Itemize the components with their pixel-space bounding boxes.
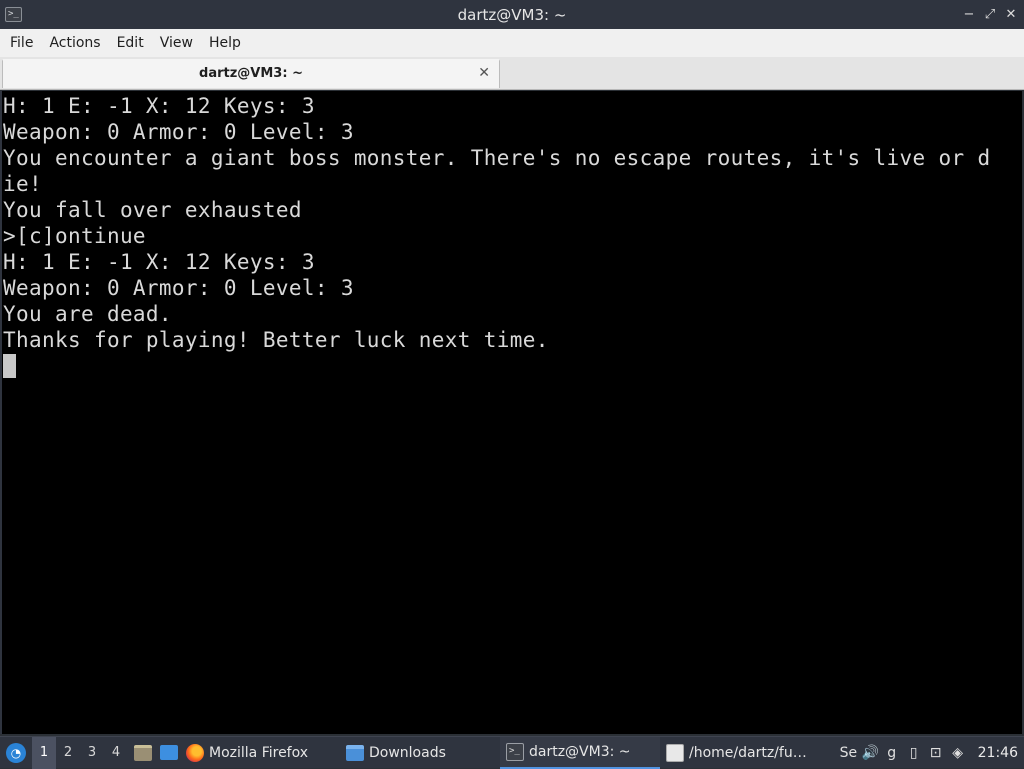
task-label: Downloads — [369, 744, 446, 761]
terminal-line: Thanks for playing! Better luck next tim… — [3, 328, 549, 352]
tab-bar: dartz@VM3: ~ ✕ — [0, 57, 1024, 90]
update-notifier-icon[interactable]: ◈ — [950, 745, 966, 761]
file-manager-launcher-icon[interactable] — [132, 737, 154, 769]
menu-edit[interactable]: Edit — [111, 35, 150, 51]
terminal-cursor — [3, 354, 16, 378]
window-controls: − ⤢ ✕ — [962, 0, 1018, 29]
terminal-line: >[c]ontinue — [3, 224, 146, 248]
terminal-line: You encounter a giant boss monster. Ther… — [3, 146, 991, 170]
tray-partial-label[interactable]: g — [884, 745, 900, 761]
firefox-icon — [186, 743, 204, 762]
workspace-1[interactable]: 1 — [32, 736, 56, 769]
taskbar: ◔ 1 2 3 4 Mozilla Firefox Downloads >_ d… — [0, 736, 1024, 769]
system-tray: Se 🔊 g ▯ ⊡ ◈ 21:46 — [840, 737, 1024, 769]
task-downloads[interactable]: Downloads — [340, 737, 500, 769]
tab-close-icon[interactable]: ✕ — [478, 65, 490, 81]
window-titlebar[interactable]: >_ dartz@VM3: ~ − ⤢ ✕ — [0, 0, 1024, 29]
terminal-icon: >_ — [506, 742, 524, 761]
menu-actions[interactable]: Actions — [43, 35, 106, 51]
tray-partial-label[interactable]: Se — [840, 745, 858, 761]
close-button[interactable]: ✕ — [1004, 7, 1018, 22]
terminal-line: ie! — [3, 172, 42, 196]
clipboard-icon[interactable]: ▯ — [906, 745, 922, 761]
terminal-app-icon: >_ — [5, 7, 22, 22]
workspace-2[interactable]: 2 — [56, 737, 80, 769]
menu-view[interactable]: View — [154, 35, 199, 51]
volume-icon[interactable]: 🔊 — [862, 745, 879, 761]
task-text-editor[interactable]: /home/dartz/fu… — [660, 737, 818, 769]
task-firefox[interactable]: Mozilla Firefox — [180, 737, 340, 769]
task-terminal[interactable]: >_ dartz@VM3: ~ — [500, 736, 660, 769]
tab-terminal[interactable]: dartz@VM3: ~ ✕ — [2, 59, 500, 88]
show-desktop-icon[interactable] — [158, 737, 180, 769]
start-menu-button[interactable]: ◔ — [0, 737, 32, 769]
menu-help[interactable]: Help — [203, 35, 247, 51]
terminal-line: You are dead. — [3, 302, 172, 326]
terminal-line: Weapon: 0 Armor: 0 Level: 3 — [3, 276, 354, 300]
folder-icon — [346, 744, 364, 761]
maximize-button[interactable]: ⤢ — [983, 7, 997, 22]
text-editor-icon — [666, 743, 684, 762]
terminal-line: Weapon: 0 Armor: 0 Level: 3 — [3, 120, 354, 144]
minimize-button[interactable]: − — [962, 7, 976, 22]
tab-label: dartz@VM3: ~ — [199, 66, 303, 81]
terminal-line: H: 1 E: -1 X: 12 Keys: 3 — [3, 250, 315, 274]
menu-bar: File Actions Edit View Help — [0, 29, 1024, 57]
task-label: /home/dartz/fu… — [689, 744, 807, 761]
workspace-4[interactable]: 4 — [104, 737, 128, 769]
window-title: dartz@VM3: ~ — [457, 5, 567, 24]
task-label: dartz@VM3: ~ — [529, 743, 631, 760]
terminal-output[interactable]: H: 1 E: -1 X: 12 Keys: 3 Weapon: 0 Armor… — [0, 91, 1022, 734]
menu-file[interactable]: File — [4, 35, 39, 51]
task-label: Mozilla Firefox — [209, 744, 309, 761]
terminal-line: H: 1 E: -1 X: 12 Keys: 3 — [3, 94, 315, 118]
lubuntu-logo-icon: ◔ — [6, 742, 26, 763]
clock[interactable]: 21:46 — [978, 745, 1018, 761]
terminal-line: You fall over exhausted — [3, 198, 302, 222]
workspace-3[interactable]: 3 — [80, 737, 104, 769]
network-icon[interactable]: ⊡ — [928, 745, 944, 761]
